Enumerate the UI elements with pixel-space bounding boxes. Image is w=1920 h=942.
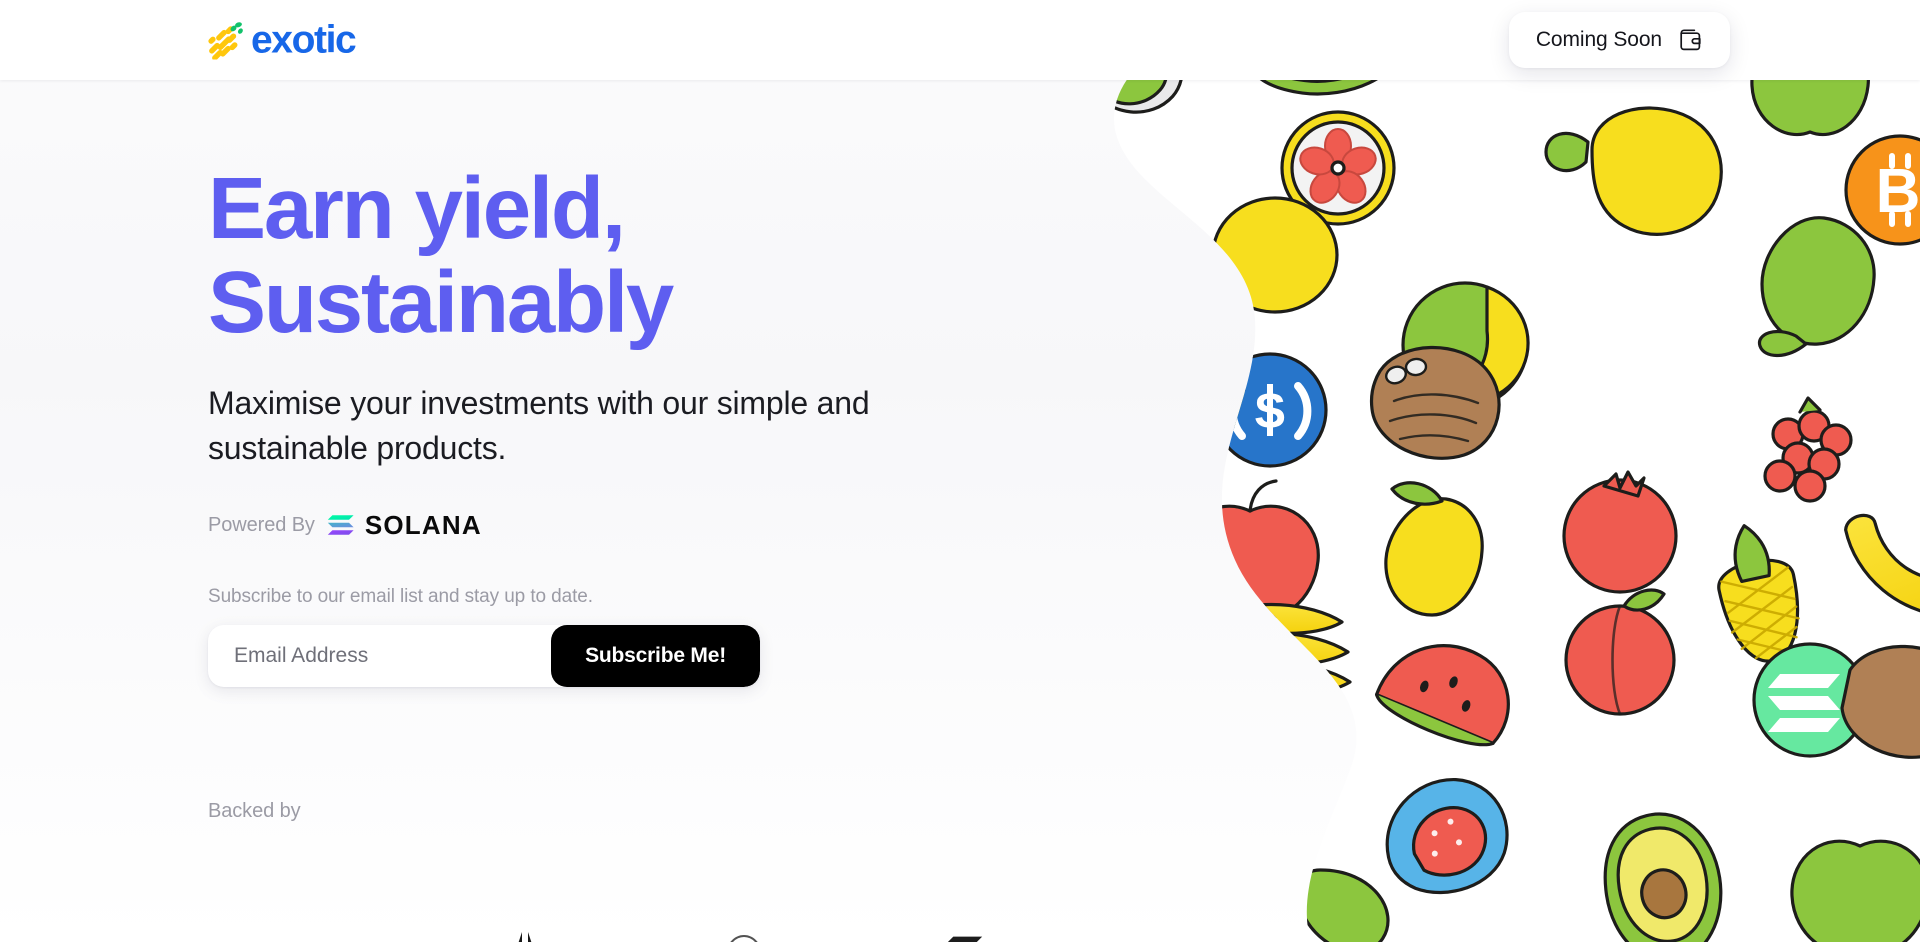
brand-name: exotic xyxy=(251,18,357,62)
wallet-icon xyxy=(1680,29,1701,51)
subscribe-note: Subscribe to our email list and stay up … xyxy=(208,585,593,607)
powered-by-label: Powered By xyxy=(208,513,315,536)
svg-text:S: S xyxy=(1254,385,1286,438)
coming-soon-label: Coming Soon xyxy=(1535,28,1662,51)
backer-4-solana-icon xyxy=(947,936,983,942)
backer-1-mark xyxy=(208,930,358,942)
site-header: exotic Coming Soon xyxy=(0,0,1920,80)
solana-logo-icon xyxy=(327,515,354,536)
solana-wordmark: SOLANA xyxy=(364,509,482,540)
hero-subheadline: Maximise your investments with our simpl… xyxy=(208,384,870,467)
subscribe-form: Subscribe Me! xyxy=(208,624,760,687)
hero-section: Earn yield, Sustainably Maximise your in… xyxy=(208,80,1168,823)
backer-logo-2[interactable] xyxy=(470,928,590,942)
headline-line-1: Earn yield, xyxy=(208,160,626,257)
backer-2-mark xyxy=(518,932,532,942)
backed-by-label: Backed by xyxy=(208,799,301,822)
subscribe-button[interactable]: Subscribe Me! xyxy=(551,624,760,687)
svg-text:B: B xyxy=(1876,157,1920,226)
solana-lockup: SOLANA xyxy=(327,510,482,541)
backer-3-mark: A xyxy=(730,935,758,942)
backer-logo-1[interactable] xyxy=(208,928,358,942)
headline-line-2: Sustainably xyxy=(208,253,674,351)
backer-4-label: SOLANA xyxy=(995,937,1095,942)
brand-logo[interactable]: exotic xyxy=(207,18,357,62)
landing-page: exotic Coming Soon S B Earn yield, Susta… xyxy=(0,0,1920,942)
coming-soon-button[interactable]: Coming Soon xyxy=(1508,12,1730,68)
backer-logo-4[interactable]: SOLANA xyxy=(944,928,1095,942)
pineapple-logo-icon xyxy=(208,21,243,59)
powered-by-row: Powered By SOLANA xyxy=(208,510,1168,541)
backer-logo-3[interactable]: A xyxy=(702,928,832,942)
backers-row: A SOLANA xyxy=(208,920,1808,942)
page-title: Earn yield, Sustainably xyxy=(208,162,1168,350)
email-input[interactable] xyxy=(208,624,552,687)
